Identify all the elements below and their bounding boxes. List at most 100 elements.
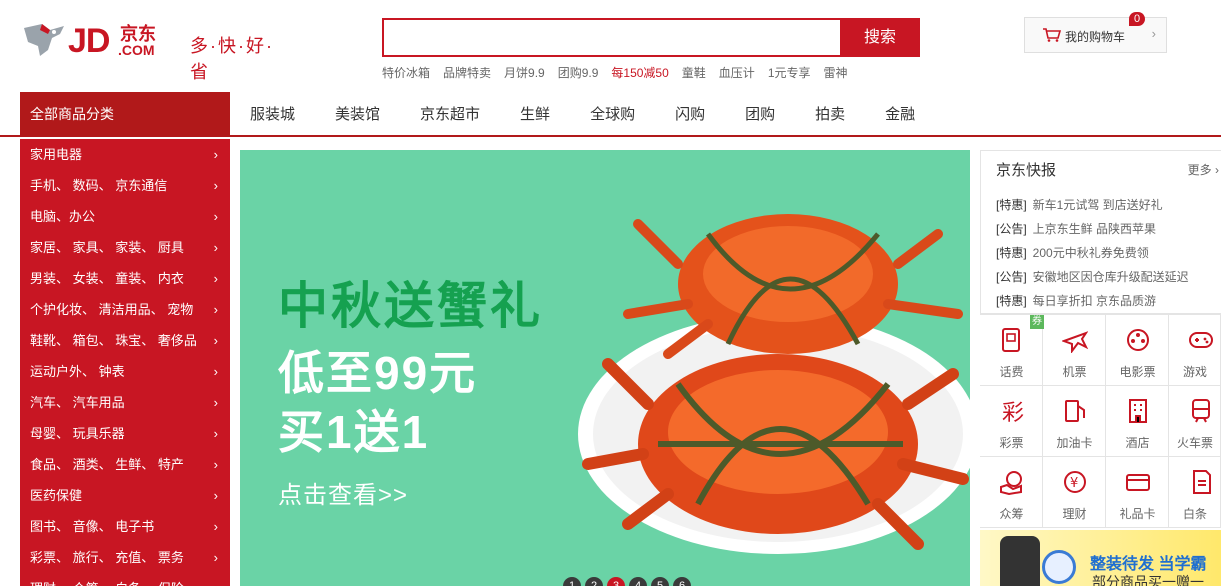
service-label: 众筹	[999, 507, 1024, 521]
hot-word-link[interactable]: 雷神	[824, 64, 848, 81]
hot-word-link[interactable]: 1元专享	[768, 64, 811, 81]
service-crowdfund[interactable]: 众筹	[980, 457, 1043, 528]
service-label: 话费	[999, 365, 1024, 379]
service-label: 电影票	[1119, 365, 1156, 379]
category-item[interactable]: 图书、 音像、 电子书 ›	[20, 511, 230, 542]
category-item[interactable]: 鞋靴、 箱包、 珠宝、 奢侈品 ›	[20, 325, 230, 356]
service-phone-bill[interactable]: 话费 券	[980, 315, 1044, 386]
service-label: 理财	[1062, 507, 1087, 521]
nav-link[interactable]: 全球购	[590, 92, 635, 137]
banner-dot[interactable]: 4	[629, 577, 647, 586]
nav-link[interactable]: 服装城	[250, 92, 295, 137]
hot-word-link[interactable]: 童鞋	[682, 64, 706, 81]
category-item[interactable]: 彩票、 旅行、 充值、 票务 ›	[20, 542, 230, 573]
chevron-right-icon: ›	[213, 426, 218, 441]
jd-logo[interactable]: JD 京东 .COM 多·快·好·省	[20, 18, 290, 82]
service-film[interactable]: 电影票	[1106, 315, 1169, 386]
service-finance[interactable]: ¥ 理财	[1043, 457, 1106, 528]
nav-link[interactable]: 生鲜	[520, 92, 550, 137]
ad-subline: 部分商品买一赠一	[1092, 574, 1204, 586]
service-giftcard[interactable]: 礼品卡	[1106, 457, 1169, 528]
nav-link[interactable]: 拍卖	[815, 92, 845, 137]
banner-dot[interactable]: 6	[673, 577, 691, 586]
search-bar: 搜索	[382, 18, 920, 57]
category-item[interactable]: 汽车、 汽车用品 ›	[20, 387, 230, 418]
news-tag: [公告]	[996, 270, 1027, 284]
cart-button[interactable]: 我的购物车 › 0	[1024, 12, 1167, 53]
all-categories-title[interactable]: 全部商品分类	[20, 92, 230, 137]
nav-link[interactable]: 京东超市	[420, 92, 480, 137]
category-label: 图书、 音像、 电子书	[30, 519, 155, 534]
category-item[interactable]: 食品、 酒类、 生鲜、 特产 ›	[20, 449, 230, 480]
hot-word-link[interactable]: 月饼9.9	[504, 64, 545, 81]
banner-dot[interactable]: 3	[607, 577, 625, 586]
cart-count-badge: 0	[1129, 12, 1145, 26]
finance-icon: ¥	[1064, 471, 1086, 493]
promo-ad-bar[interactable]: 整装待发 当学霸 部分商品买一赠一	[980, 530, 1221, 586]
shopping-cart-icon	[1043, 28, 1061, 42]
banner-dot[interactable]: 5	[651, 577, 669, 586]
promo-banner[interactable]: 中秋送蟹礼 低至99元 买1送1 点击查看>>	[240, 150, 970, 586]
category-item[interactable]: 家居、 家具、 家装、 厨具 ›	[20, 232, 230, 263]
giftcard-icon	[1126, 474, 1150, 491]
category-label: 男装、 女装、 童装、 内衣	[30, 271, 184, 286]
search-button[interactable]: 搜索	[840, 18, 920, 57]
news-item[interactable]: [特惠] 每日享折扣 京东品质游	[996, 289, 1189, 313]
category-label: 理财、 众筹、 白条、 保险	[30, 581, 184, 586]
banner-dot[interactable]: 1	[563, 577, 581, 586]
category-item[interactable]: 家用电器 ›	[20, 139, 230, 170]
hot-word-link[interactable]: 品牌特卖	[443, 64, 491, 81]
nav-link[interactable]: 闪购	[675, 92, 705, 137]
logo-com-text: .COM	[118, 42, 155, 58]
chevron-right-icon: ›	[213, 457, 218, 472]
news-item[interactable]: [特惠] 200元中秋礼券免费领	[996, 241, 1189, 265]
film-icon	[1127, 329, 1149, 351]
chevron-right-icon: ›	[213, 209, 218, 224]
news-item[interactable]: [公告] 上京东生鲜 品陕西苹果	[996, 217, 1189, 241]
service-label: 酒店	[1125, 436, 1150, 450]
category-item[interactable]: 母婴、 玩具乐器 ›	[20, 418, 230, 449]
service-train[interactable]: 火车票	[1169, 386, 1221, 457]
chevron-right-icon: ›	[213, 240, 218, 255]
service-gamepad[interactable]: 游戏	[1169, 315, 1221, 386]
nav-link[interactable]: 美装馆	[335, 92, 380, 137]
hot-word-link[interactable]: 血压计	[719, 64, 755, 81]
crowdfund-icon	[1000, 471, 1022, 495]
hot-word-link[interactable]: 特价冰箱	[382, 64, 430, 81]
news-item[interactable]: [特惠] 新车1元试驾 到店送好礼	[996, 193, 1189, 217]
category-item[interactable]: 手机、 数码、 京东通信 ›	[20, 170, 230, 201]
search-input[interactable]	[382, 18, 840, 57]
jd-news-panel: 京东快报 更多 › [特惠] 新车1元试驾 到店送好礼 [公告] 上京东生鲜 品陕西苹…	[980, 150, 1221, 314]
news-text: 上京东生鲜 品陕西苹果	[1032, 222, 1157, 236]
category-label: 家居、 家具、 家装、 厨具	[30, 240, 184, 255]
category-item[interactable]: 电脑、办公 ›	[20, 201, 230, 232]
hot-word-link[interactable]: 团购9.9	[558, 64, 599, 81]
category-item[interactable]: 理财、 众筹、 白条、 保险 ›	[20, 573, 230, 586]
chevron-right-icon: ›	[213, 364, 218, 379]
service-plane[interactable]: 机票	[1043, 315, 1106, 386]
nav-link[interactable]: 团购	[745, 92, 775, 137]
news-item[interactable]: [公告] 安徽地区因仓库升级配送延迟	[996, 265, 1189, 289]
category-item[interactable]: 个护化妆、 清洁用品、 宠物 ›	[20, 294, 230, 325]
banner-cta-link[interactable]: 点击查看>>	[278, 475, 408, 510]
banner-price-line: 低至99元	[278, 347, 478, 399]
category-item[interactable]: 运动户外、 钟表 ›	[20, 356, 230, 387]
news-text: 200元中秋礼券免费领	[1032, 246, 1149, 260]
chevron-right-icon: ›	[213, 271, 218, 286]
logo-jd-text: JD	[68, 22, 110, 60]
service-iou[interactable]: 白条	[1169, 457, 1221, 528]
banner-dot[interactable]: 2	[585, 577, 603, 586]
category-item[interactable]: 男装、 女装、 童装、 内衣 ›	[20, 263, 230, 294]
nav-link[interactable]: 金融	[885, 92, 915, 137]
service-fuel[interactable]: 加油卡	[1043, 386, 1106, 457]
chevron-right-icon: ›	[213, 147, 218, 162]
chevron-right-icon: ›	[213, 550, 218, 565]
cart-label: 我的购物车	[1065, 30, 1126, 44]
chevron-right-icon: ›	[213, 395, 218, 410]
category-label: 彩票、 旅行、 充值、 票务	[30, 550, 184, 565]
hot-word-link[interactable]: 每150减50	[611, 64, 668, 81]
category-item[interactable]: 医药保健 ›	[20, 480, 230, 511]
news-more-link[interactable]: 更多 ›	[1188, 161, 1219, 178]
service-lottery[interactable]: 彩彩票	[980, 386, 1043, 457]
service-hotel[interactable]: 酒店	[1106, 386, 1169, 457]
